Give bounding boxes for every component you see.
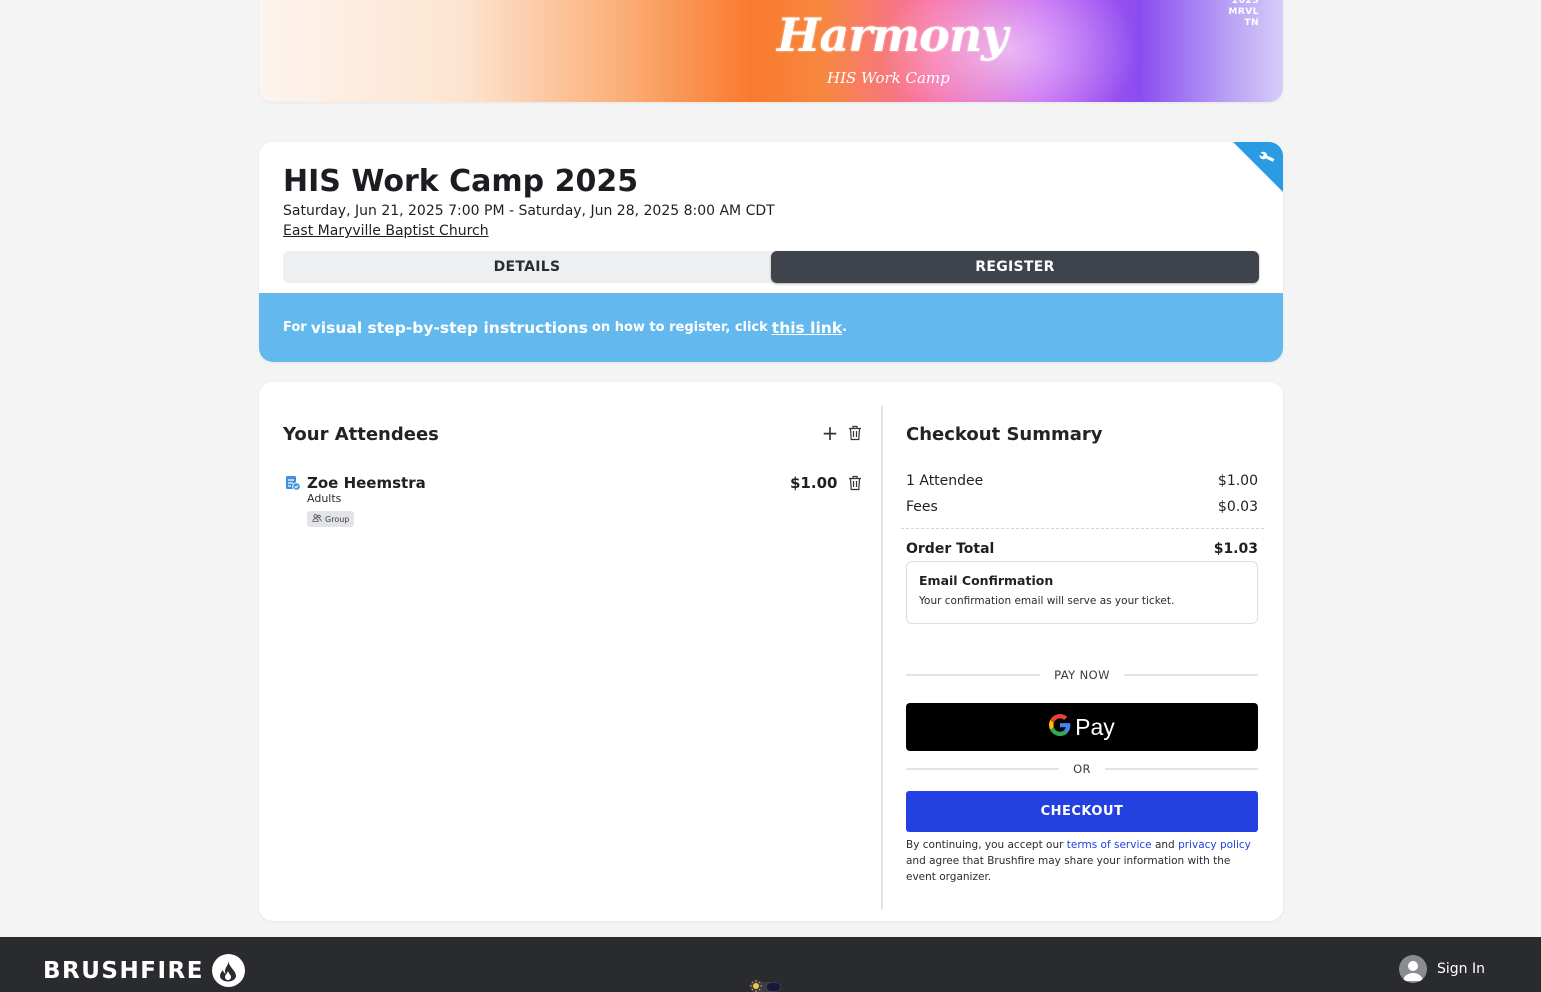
separator-line (906, 674, 1041, 676)
tab-register[interactable]: REGISTER (771, 251, 1259, 283)
tab-details[interactable]: DETAILS (283, 251, 771, 283)
email-confirmation-box: Email Confirmation Your confirmation ema… (906, 561, 1258, 624)
order-total-row: Order Total $1.03 (906, 541, 1258, 557)
banner-subtitle: HIS Work Camp (827, 69, 950, 87)
banner-tag: 2025 MRVL TN (1228, 0, 1259, 29)
event-title: HIS Work Camp 2025 (283, 164, 639, 199)
trash-attendee-icon[interactable] (848, 475, 862, 491)
checkout-button[interactable]: CHECKOUT (906, 791, 1258, 832)
user-avatar-icon (1399, 955, 1427, 983)
google-pay-button[interactable]: Pay (906, 703, 1258, 751)
event-venue-link[interactable]: East Maryville Baptist Church (283, 223, 489, 239)
or-label: OR (1073, 762, 1091, 776)
attendee-price: $1.00 (790, 474, 838, 492)
google-g-icon (1049, 713, 1071, 741)
instructions-banner: For visual step-by-step instructions on … (259, 293, 1283, 362)
terms-notice: By continuing, you accept our terms of s… (906, 837, 1258, 885)
brand-wordmark: BRUSHFIRE (43, 957, 204, 984)
event-banner: Harmony HIS Work Camp 2025 MRVL TN (259, 0, 1283, 102)
or-separator: OR (906, 762, 1258, 776)
email-confirmation-text: Your confirmation email will serve as yo… (919, 595, 1175, 607)
checkout-summary-title: Checkout Summary (906, 424, 1103, 445)
info-strong: visual step-by-step instructions (310, 318, 588, 337)
group-icon (312, 514, 322, 524)
attendee-category: Adults (307, 492, 342, 505)
privacy-policy-link[interactable]: privacy policy (1178, 839, 1251, 851)
pay-now-separator: PAY NOW (906, 668, 1258, 682)
attendees-title: Your Attendees (283, 424, 439, 445)
info-middle: on how to register, click (591, 320, 768, 335)
flame-icon (211, 954, 245, 987)
info-suffix: . (842, 320, 848, 335)
pay-now-label: PAY NOW (1054, 668, 1110, 682)
summary-row-attendees: 1 Attendee $1.00 (906, 473, 1258, 489)
order-total-value: $1.03 (1213, 541, 1258, 557)
email-confirmation-title: Email Confirmation (919, 573, 1054, 588)
banner-tag-year: 2025 (1231, 0, 1259, 6)
summary-value: $0.03 (1217, 499, 1258, 515)
attendee-name: Zoe Heemstra (307, 474, 426, 492)
terms-of-service-link[interactable]: terms of service (1067, 839, 1152, 851)
banner-title: Harmony (777, 8, 1008, 62)
admin-ribbon[interactable] (1233, 142, 1283, 192)
group-badge: Group (307, 511, 355, 527)
separator-line (906, 768, 1060, 770)
sign-in-label: Sign In (1437, 961, 1485, 977)
summary-value: $1.00 (1217, 473, 1258, 489)
site-footer: BRUSHFIRE Sign In (0, 937, 1541, 992)
add-attendee-icon[interactable]: + (821, 423, 839, 443)
summary-label: Fees (906, 499, 938, 515)
banner-tag-city: MRVL (1228, 7, 1259, 17)
separator-line (1104, 768, 1258, 770)
trash-all-icon[interactable] (848, 425, 862, 441)
separator-line (1123, 674, 1258, 676)
event-tabs: DETAILS REGISTER (283, 251, 1259, 283)
brushfire-logo[interactable]: BRUSHFIRE (43, 954, 245, 987)
theme-toggle[interactable] (747, 977, 781, 992)
terms-text: and agree that Brushfire may share your … (906, 855, 1231, 883)
summary-divider (901, 528, 1264, 529)
sign-in-button[interactable]: Sign In (1399, 955, 1485, 983)
banner-tag-state: TN (1244, 18, 1259, 28)
instructions-link[interactable]: this link (772, 319, 842, 337)
registration-card: Your Attendees + Zoe Heemstra Adults Gro… (259, 382, 1283, 921)
registered-check-icon (285, 475, 301, 491)
event-date-range: Saturday, Jun 21, 2025 7:00 PM - Saturda… (283, 203, 775, 219)
google-pay-label: Pay (1075, 713, 1115, 740)
column-divider (881, 406, 883, 910)
summary-label: 1 Attendee (906, 473, 984, 489)
order-total-label: Order Total (906, 541, 995, 557)
info-prefix: For (283, 320, 307, 335)
terms-text: and (1154, 839, 1175, 851)
event-card: HIS Work Camp 2025 Saturday, Jun 21, 202… (259, 142, 1283, 362)
terms-text: By continuing, you accept our (906, 839, 1064, 851)
group-badge-label: Group (325, 514, 350, 524)
summary-row-fees: Fees $0.03 (906, 499, 1258, 515)
